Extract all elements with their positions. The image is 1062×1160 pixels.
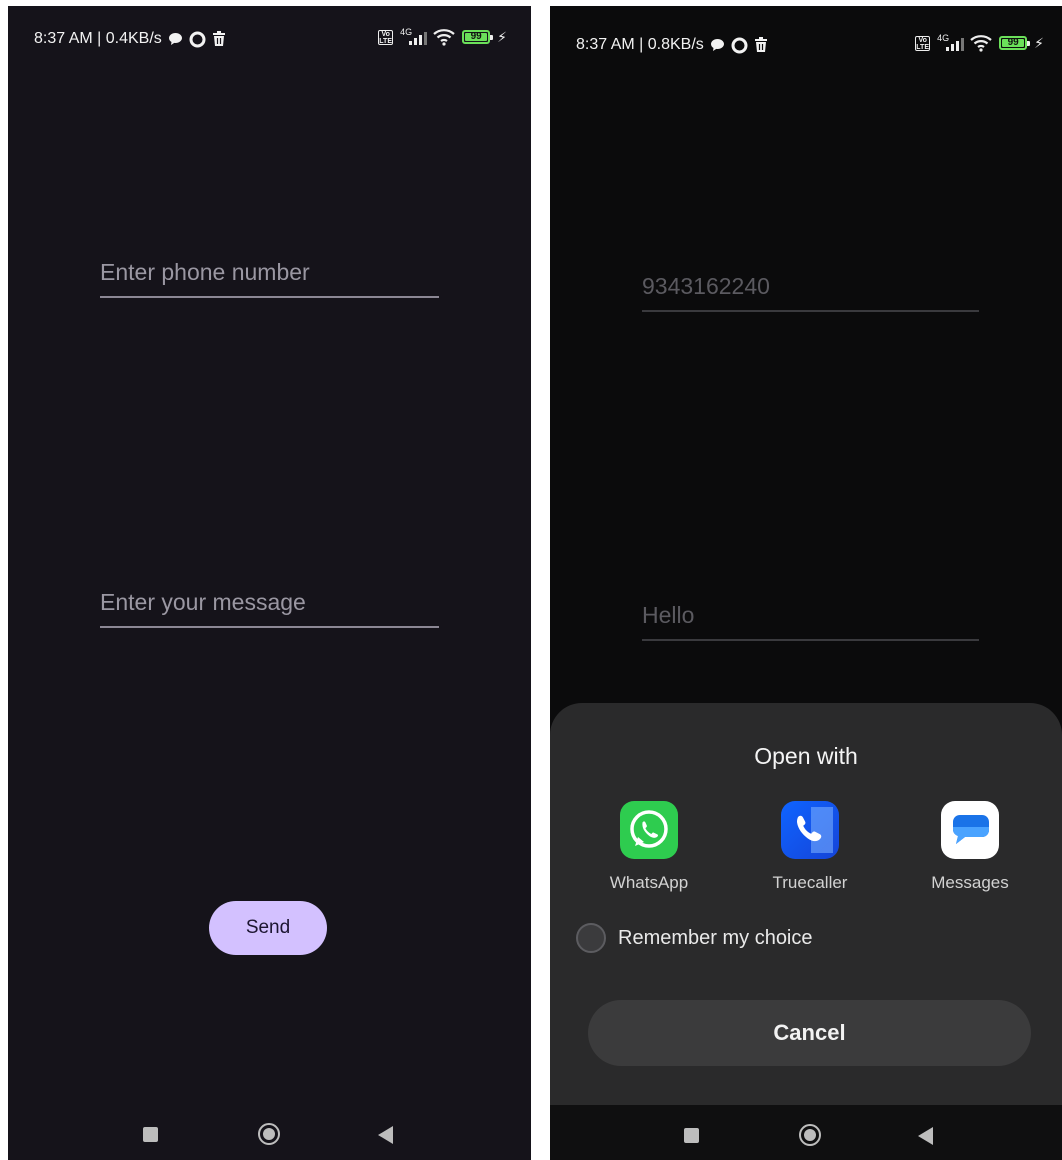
phone-number-input[interactable] xyxy=(100,259,439,286)
remember-choice-radio[interactable] xyxy=(576,923,606,953)
chat-bubble-icon xyxy=(168,33,182,45)
battery-icon: 99 xyxy=(999,36,1031,50)
message-value[interactable]: Hello xyxy=(642,602,979,629)
battery-level: 99 xyxy=(1007,37,1019,48)
home-icon[interactable] xyxy=(258,1123,280,1145)
battery-icon: 99 xyxy=(462,30,494,44)
navigation-bar xyxy=(8,1104,531,1160)
send-button[interactable]: Send xyxy=(209,901,327,955)
charging-icon: ⚡ xyxy=(1034,34,1044,51)
volte-icon: Vo LTE xyxy=(378,29,394,45)
remember-choice-label: Remember my choice xyxy=(618,926,813,949)
app-option-truecaller[interactable]: Truecaller xyxy=(745,801,875,893)
sheet-title: Open with xyxy=(754,743,858,769)
chat-bubble-icon xyxy=(710,39,724,51)
wifi-icon xyxy=(433,29,455,46)
data-saver-icon xyxy=(189,31,206,47)
volte-icon: Vo LTE xyxy=(915,35,931,51)
status-bar: 8:37 AM | 0.8KB/s Vo LTE 4G 99 ⚡ xyxy=(550,6,1062,72)
4g-signal-icon: 4G xyxy=(937,34,965,52)
whatsapp-icon xyxy=(620,801,678,859)
status-left: 8:37 AM | 0.4KB/s xyxy=(34,30,226,48)
cancel-button[interactable]: Cancel xyxy=(588,1000,1031,1066)
truecaller-icon xyxy=(781,801,839,859)
phone-number-value[interactable]: 9343162240 xyxy=(642,273,979,300)
app-label: WhatsApp xyxy=(609,873,689,892)
status-right: Vo LTE 4G 99 ⚡ xyxy=(915,34,1044,52)
battery-level: 99 xyxy=(470,31,482,42)
trash-icon xyxy=(754,37,767,52)
phone-number-field[interactable]: 9343162240 xyxy=(642,270,979,312)
4g-signal-icon: 4G xyxy=(400,28,428,46)
app-option-messages[interactable]: Messages xyxy=(905,801,1035,893)
remember-choice-option[interactable]: Remember my choice xyxy=(576,923,813,953)
status-right: Vo LTE 4G 99 ⚡ xyxy=(378,28,507,46)
message-input[interactable] xyxy=(100,589,439,616)
phone-screen-compose: 8:37 AM | 0.4KB/s VoLTE 4G 99 ⚡ Send xyxy=(8,6,531,1160)
status-time-speed: 8:37 AM | 0.8KB/s xyxy=(576,36,704,53)
status-bar: 8:37 AM | 0.4KB/s Vo LTE 4G 99 ⚡ xyxy=(8,6,531,72)
data-saver-icon xyxy=(731,37,748,53)
message-field[interactable]: Hello xyxy=(642,599,979,641)
status-left: 8:37 AM | 0.8KB/s xyxy=(576,36,768,54)
messages-icon xyxy=(941,801,999,859)
app-label: Truecaller xyxy=(772,873,848,892)
app-label: Messages xyxy=(931,873,1009,892)
navigation-bar xyxy=(550,1105,1062,1160)
back-icon[interactable] xyxy=(378,1126,393,1144)
wifi-icon xyxy=(970,35,992,52)
recents-icon[interactable] xyxy=(143,1127,158,1142)
trash-icon xyxy=(212,31,225,46)
app-option-whatsapp[interactable]: WhatsApp xyxy=(584,801,714,893)
message-field[interactable] xyxy=(100,586,439,628)
phone-number-field[interactable] xyxy=(100,256,439,298)
charging-icon: ⚡ xyxy=(497,28,507,45)
open-with-sheet: Open with WhatsApp Truecaller Messages R… xyxy=(550,703,1062,1105)
home-icon[interactable] xyxy=(799,1124,821,1146)
back-icon[interactable] xyxy=(918,1127,933,1145)
status-time-speed: 8:37 AM | 0.4KB/s xyxy=(34,30,162,47)
phone-screen-share-sheet: 8:37 AM | 0.8KB/s Vo LTE 4G 99 ⚡ 93431622… xyxy=(550,6,1062,1160)
recents-icon[interactable] xyxy=(684,1128,699,1143)
